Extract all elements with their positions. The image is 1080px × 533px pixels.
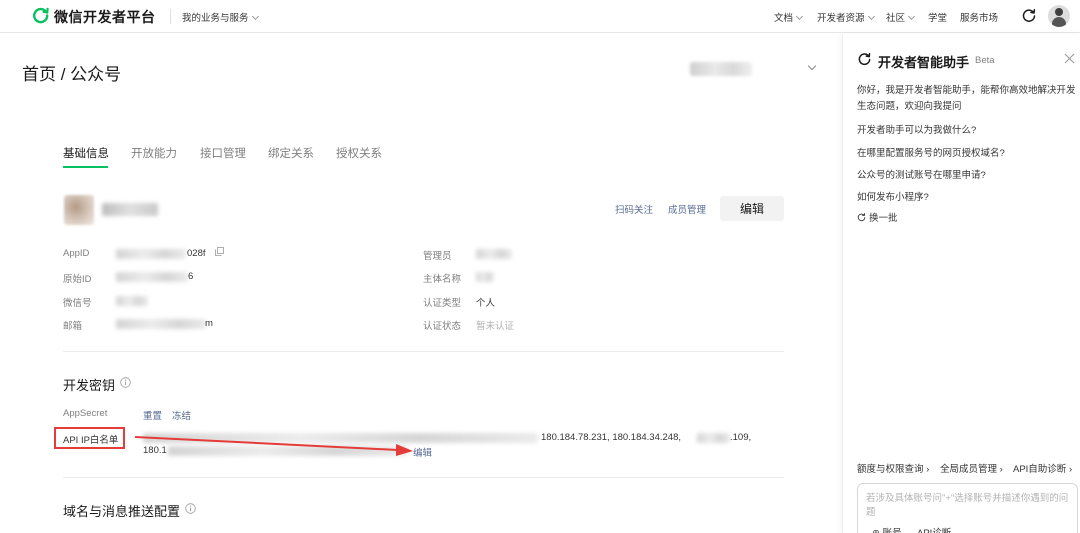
admin-redacted xyxy=(476,249,512,259)
nav-docs[interactable]: 文档 xyxy=(774,10,804,24)
ip-list-redacted xyxy=(697,433,730,443)
beta-badge: Beta xyxy=(975,55,995,66)
api-diagnosis-tag[interactable]: API诊断 xyxy=(917,525,951,533)
member-management-link[interactable]: 成员管理 xyxy=(668,202,706,216)
subject-name-redacted xyxy=(476,272,494,282)
chat-input-placeholder[interactable]: 若涉及具体账号问"+"选择账号并描述你遇到的问题 xyxy=(866,492,1071,520)
edit-account-button[interactable]: 编辑 xyxy=(720,196,784,221)
api-diagnosis-link[interactable]: API自助诊断 › xyxy=(1013,461,1072,475)
ip-list-visible: 180.184.78.231, 180.184.34.248, xyxy=(541,432,681,443)
global-member-link[interactable]: 全局成员管理 › xyxy=(940,461,1003,475)
scan-follow-link[interactable]: 扫码关注 xyxy=(615,202,653,216)
quota-permission-link[interactable]: 额度与权限查询 › xyxy=(857,461,929,475)
nav-dev-resources[interactable]: 开发者资源 xyxy=(817,10,875,24)
suggested-question[interactable]: 在哪里配置服务号的网页授权域名? xyxy=(857,145,1005,159)
info-icon[interactable] xyxy=(185,503,196,514)
ip-list-tail: .109, xyxy=(730,432,752,443)
close-icon[interactable] xyxy=(1064,53,1075,64)
chevron-down-icon xyxy=(867,12,875,21)
assistant-title: 开发者智能助手 xyxy=(878,55,970,70)
divider xyxy=(63,477,784,478)
nav-community[interactable]: 社区 xyxy=(886,10,916,24)
suggested-question[interactable]: 开发者助手可以为我做什么? xyxy=(857,122,976,136)
assistant-icon xyxy=(858,52,871,66)
cert-status-value: 暂未认证 xyxy=(476,321,515,332)
assistant-intro: 你好，我是开发者智能助手，能帮你高效地解决开发生态问题，欢迎向我提问 xyxy=(857,85,1076,112)
chevron-down-icon xyxy=(795,12,804,21)
refresh-icon[interactable] xyxy=(1021,8,1037,24)
suggested-question[interactable]: 公众号的测试账号在哪里申请? xyxy=(857,167,986,181)
domain-config-title: 域名与消息推送配置 xyxy=(63,504,181,519)
cert-type-value: 个人 xyxy=(476,298,496,309)
refresh-icon xyxy=(857,213,866,222)
chevron-down-icon xyxy=(907,12,916,21)
user-avatar[interactable] xyxy=(1048,5,1070,27)
chevron-down-icon[interactable] xyxy=(807,61,817,71)
account-switcher[interactable] xyxy=(690,62,752,76)
refresh-questions-button[interactable]: 换一批 xyxy=(857,210,898,224)
account-tag[interactable]: ⊕ 账号 xyxy=(872,525,902,533)
suggested-question[interactable]: 如何发布小程序? xyxy=(857,189,929,203)
annotation-arrow xyxy=(134,436,413,456)
nav-academy[interactable]: 学堂 xyxy=(928,10,947,24)
nav-service-market[interactable]: 服务市场 xyxy=(960,10,998,24)
